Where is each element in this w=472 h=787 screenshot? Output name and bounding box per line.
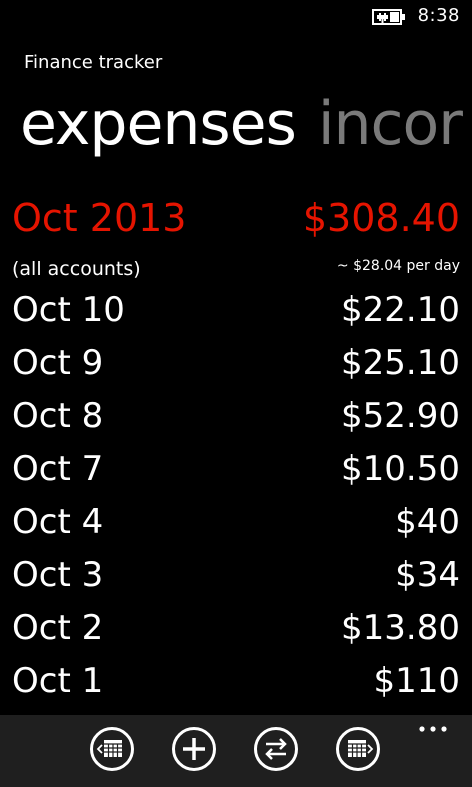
list-item-amount: $34 [395, 555, 460, 595]
list-item-date: Oct 2 [12, 608, 104, 648]
pivot-header: expenses incor [20, 88, 463, 160]
previous-month-button[interactable] [90, 727, 134, 771]
battery-charging-icon [372, 9, 405, 25]
app-bar [0, 715, 472, 787]
tab-expenses[interactable]: expenses [20, 89, 297, 159]
plus-icon [183, 738, 205, 760]
calendar-previous-icon [96, 740, 122, 757]
list-item[interactable]: Oct 3 $34 [0, 551, 472, 604]
list-item-amount: $22.10 [341, 290, 460, 330]
swap-arrows-icon [265, 738, 287, 760]
app-title: Finance tracker [24, 52, 163, 73]
expense-list: Oct 10 $22.10 Oct 9 $25.10 Oct 8 $52.90 … [0, 286, 472, 710]
list-item-amount: $52.90 [341, 396, 460, 436]
list-item-amount: $13.80 [341, 608, 460, 648]
list-item-date: Oct 9 [12, 343, 104, 383]
list-item-date: Oct 8 [12, 396, 104, 436]
list-item-date: Oct 7 [12, 449, 104, 489]
list-item-amount: $10.50 [341, 449, 460, 489]
list-item[interactable]: Oct 7 $10.50 [0, 445, 472, 498]
list-item[interactable]: Oct 2 $13.80 [0, 604, 472, 657]
list-item-date: Oct 1 [12, 661, 104, 701]
list-item[interactable]: Oct 1 $110 [0, 657, 472, 710]
tab-income[interactable]: incor [318, 89, 463, 159]
list-item[interactable]: Oct 8 $52.90 [0, 392, 472, 445]
add-button[interactable] [172, 727, 216, 771]
summary-month: Oct 2013 [12, 196, 187, 240]
list-item-amount: $25.10 [341, 343, 460, 383]
transfer-button[interactable] [254, 727, 298, 771]
list-item[interactable]: Oct 9 $25.10 [0, 339, 472, 392]
list-item-date: Oct 10 [12, 290, 125, 330]
list-item-date: Oct 3 [12, 555, 104, 595]
status-bar: 8:38 [0, 0, 472, 32]
summary-accounts: (all accounts) [12, 258, 141, 280]
list-item-amount: $40 [395, 502, 460, 542]
next-month-button[interactable] [336, 727, 380, 771]
summary-daily-rate: ~ $28.04 per day [336, 258, 460, 274]
summary-total: $308.40 [302, 196, 460, 240]
calendar-next-icon [348, 740, 374, 757]
list-item-date: Oct 4 [12, 502, 104, 542]
ellipsis-icon[interactable] [418, 725, 448, 733]
list-item[interactable]: Oct 4 $40 [0, 498, 472, 551]
clock: 8:38 [417, 5, 460, 26]
list-item-amount: $110 [373, 661, 460, 701]
list-item[interactable]: Oct 10 $22.10 [0, 286, 472, 339]
